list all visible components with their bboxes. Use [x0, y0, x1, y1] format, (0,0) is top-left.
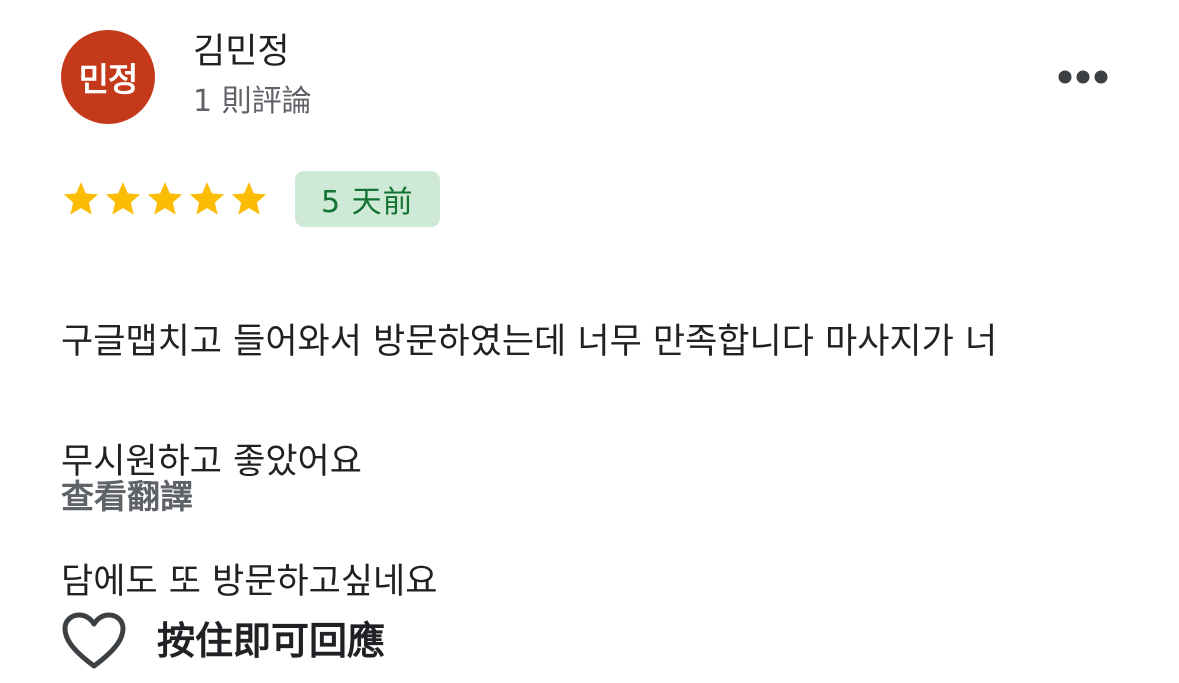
more-options-button[interactable]: [1052, 56, 1114, 98]
rating-row: 5 天前: [61, 170, 440, 228]
review-date: 5 天前: [321, 185, 414, 220]
date-badge: 5 天前: [295, 171, 440, 227]
more-horizontal-icon: [1058, 70, 1108, 84]
star-icon: [189, 182, 225, 215]
heart-outline-icon: [62, 612, 126, 669]
review-line: 담에도 또 방문하고싶네요: [61, 562, 438, 602]
review-line: 구글맵치고 들어와서 방문하였는데 너무 만족합니다 마사지가 너: [61, 322, 998, 362]
avatar[interactable]: 민정: [61, 30, 155, 124]
react-button-label: 按住即可回應: [157, 619, 386, 663]
star-icon: [63, 182, 99, 215]
review-text: 구글맵치고 들어와서 방문하였는데 너무 만족합니다 마사지가 너 무시원하고 …: [61, 252, 1121, 612]
react-button[interactable]: 按住即可回應: [61, 606, 385, 676]
star-icon: [147, 182, 183, 215]
reviewer-name[interactable]: 김민정: [193, 30, 290, 74]
star-rating: [61, 179, 269, 219]
see-translation-link[interactable]: 查看翻譯: [61, 474, 193, 520]
star-icon: [105, 182, 141, 215]
star-icon: [231, 182, 267, 215]
review-card: 민정 김민정 1 則評論 5 天前 구글맵치고 들어와서 방문하였는데 너무 만…: [0, 0, 1179, 683]
reviewer-review-count: 1 則評論: [193, 84, 312, 119]
